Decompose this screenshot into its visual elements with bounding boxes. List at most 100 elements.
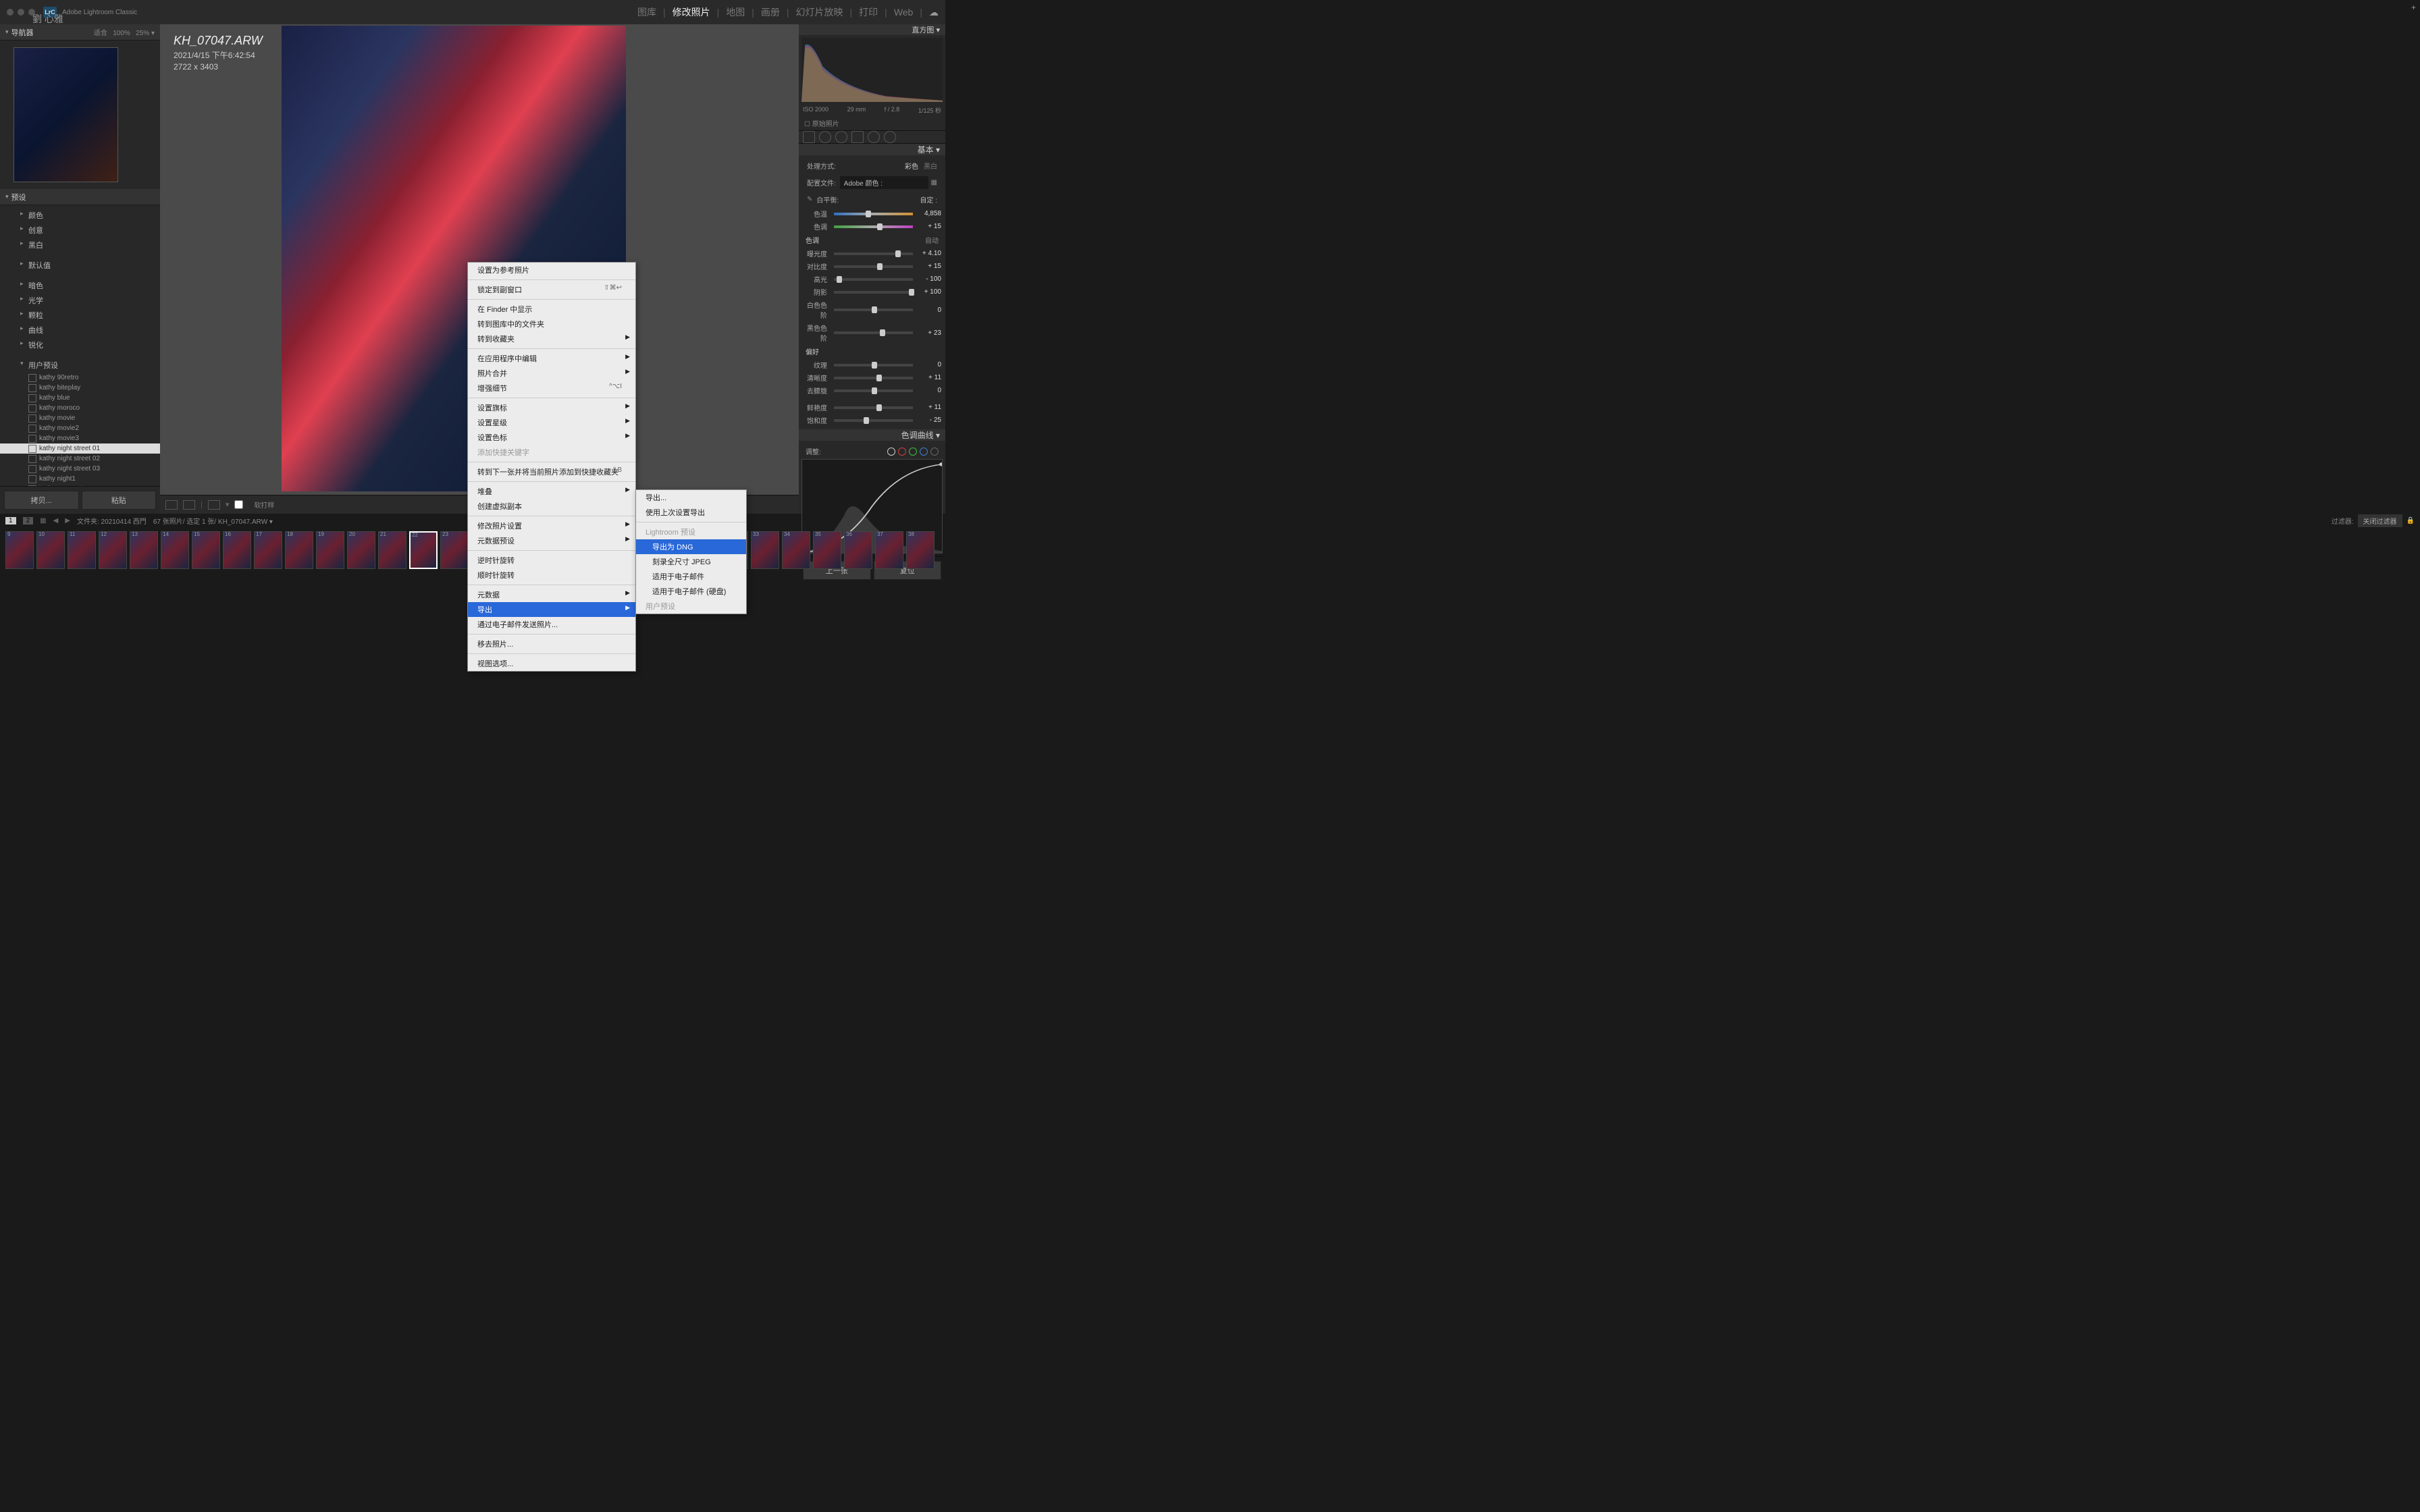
ctx-remove[interactable]: 移去照片... xyxy=(468,637,635,651)
nav-back-icon[interactable]: ◀ xyxy=(53,517,59,524)
preset-item[interactable]: kathy now and retro xyxy=(0,484,160,486)
profile-row[interactable]: 配置文件: Adobe 颜色 : ▦ xyxy=(803,173,941,192)
preset-item[interactable]: kathy night street 03 xyxy=(0,464,160,474)
preset-item[interactable]: kathy night street 01 xyxy=(0,443,160,454)
preset-group[interactable]: 创意 xyxy=(0,223,160,238)
before-after-icon[interactable] xyxy=(208,500,220,510)
preset-defaults[interactable]: 默认值 xyxy=(0,258,160,273)
filmstrip-thumb[interactable]: 36 xyxy=(844,531,872,569)
tonecurve-header[interactable]: 色调曲线 ▾ xyxy=(799,429,945,441)
mod-map[interactable]: 地图 xyxy=(720,5,750,19)
filmstrip-thumb[interactable]: 23 xyxy=(440,531,469,569)
ctx-metadata[interactable]: 元数据▶ xyxy=(468,587,635,602)
ctx-enhance[interactable]: 增强细节^⌥I xyxy=(468,381,635,396)
filmstrip-thumb[interactable]: 21 xyxy=(378,531,406,569)
ctx-view-options[interactable]: 视图选项... xyxy=(468,656,635,671)
filmstrip-thumb[interactable]: 22 xyxy=(409,531,438,569)
filmstrip-thumb[interactable]: 35 xyxy=(813,531,841,569)
mod-web[interactable]: Web xyxy=(889,7,919,18)
preset-group[interactable]: 锐化 xyxy=(0,338,160,352)
ctx-lock-secondary[interactable]: 锁定到副窗口⇧⌘↩ xyxy=(468,282,635,297)
filmstrip-thumb[interactable]: 20 xyxy=(347,531,375,569)
ctx-stack[interactable]: 堆叠▶ xyxy=(468,484,635,499)
filter-lock-icon[interactable]: 🔒 xyxy=(2406,517,2415,524)
sub-export-prev[interactable]: 使用上次设置导出 xyxy=(636,505,746,520)
ctx-set-rating[interactable]: 设置星级▶ xyxy=(468,415,635,430)
slider-vibrance[interactable]: 鲜艳度+ 11 xyxy=(803,401,941,414)
preset-item[interactable]: kathy 90retro xyxy=(0,373,160,383)
preset-group[interactable]: 暗色 xyxy=(0,278,160,293)
ctx-rotate-ccw[interactable]: 逆时针旋转 xyxy=(468,553,635,568)
ctx-show-finder[interactable]: 在 Finder 中显示 xyxy=(468,302,635,317)
slider-saturation[interactable]: 饱和度- 25 xyxy=(803,414,941,427)
filmstrip-thumb[interactable]: 38 xyxy=(906,531,935,569)
preset-item[interactable]: kathy movie xyxy=(0,413,160,423)
slider-clarity[interactable]: 清晰度+ 11 xyxy=(803,371,941,384)
slider-shadows[interactable]: 阴影+ 100 xyxy=(803,286,941,298)
crop-tool-icon[interactable] xyxy=(803,131,815,143)
paste-button[interactable]: 粘贴 xyxy=(82,491,157,510)
eyedropper-icon[interactable]: ✎ xyxy=(807,196,812,203)
close-dot[interactable] xyxy=(7,9,14,16)
ctx-edit-in[interactable]: 在应用程序中编辑▶ xyxy=(468,351,635,366)
ctx-goto-collection[interactable]: 转到收藏夹▶ xyxy=(468,331,635,346)
filmstrip-thumb[interactable]: 17 xyxy=(254,531,282,569)
slider-tint[interactable]: 色调+ 15 xyxy=(803,220,941,233)
sub-burn-jpeg[interactable]: 刻录全尺寸 JPEG xyxy=(636,554,746,569)
mod-print[interactable]: 打印 xyxy=(853,5,883,19)
sub-export-dng[interactable]: 导出为 DNG xyxy=(636,539,746,554)
slider-blacks[interactable]: 黑色色阶+ 23 xyxy=(803,321,941,344)
preset-item[interactable]: kathy biteplay xyxy=(0,383,160,393)
curve-blue-icon[interactable] xyxy=(920,448,928,456)
compare-view-icon[interactable] xyxy=(183,500,195,510)
slider-texture[interactable]: 纹理0 xyxy=(803,358,941,371)
filmstrip-thumb[interactable]: 37 xyxy=(875,531,903,569)
histogram[interactable] xyxy=(801,38,943,102)
ctx-goto-folder[interactable]: 转到图库中的文件夹 xyxy=(468,317,635,331)
ctx-set-label[interactable]: 设置色标▶ xyxy=(468,430,635,445)
preset-group[interactable]: 光学 xyxy=(0,293,160,308)
status-folder[interactable]: 文件夹: 20210414 西門 xyxy=(77,516,147,526)
treatment-bw[interactable]: 黑白 xyxy=(924,163,937,171)
slider-contrast[interactable]: 对比度+ 15 xyxy=(803,260,941,273)
navigator-header[interactable]: ▾ 导航器 适合 100% 25% ▾ xyxy=(0,24,160,40)
brush-tool-icon[interactable] xyxy=(884,131,896,143)
preset-group[interactable]: 颜色 xyxy=(0,208,160,223)
ctx-set-reference[interactable]: 设置为参考照片 xyxy=(468,263,635,277)
preset-group[interactable]: 曲线 xyxy=(0,323,160,338)
slider-whites[interactable]: 白色色阶0 xyxy=(803,298,941,321)
slider-highlights[interactable]: 高光- 100 xyxy=(803,273,941,286)
curve-red-icon[interactable] xyxy=(898,448,906,456)
spot-tool-icon[interactable] xyxy=(819,131,831,143)
filmstrip-thumb[interactable]: 11 xyxy=(68,531,96,569)
loupe-view-icon[interactable] xyxy=(165,500,178,510)
preset-item[interactable]: kathy movie2 xyxy=(0,423,160,433)
preset-user-group[interactable]: 用户预设 xyxy=(0,358,160,373)
page-2[interactable]: 2 xyxy=(23,517,34,524)
preset-item[interactable]: kathy blue xyxy=(0,393,160,403)
radial-tool-icon[interactable] xyxy=(868,131,880,143)
filmstrip-thumb[interactable]: 19 xyxy=(316,531,344,569)
curve-param-icon[interactable] xyxy=(930,448,939,456)
filmstrip-thumb[interactable]: 15 xyxy=(192,531,220,569)
mod-library[interactable]: 图库 xyxy=(632,5,662,19)
filmstrip-thumb[interactable]: 10 xyxy=(36,531,65,569)
original-photo-toggle[interactable]: 原始照片 xyxy=(799,116,945,130)
ctx-virtual-copy[interactable]: 创建虚拟副本 xyxy=(468,499,635,514)
ctx-rotate-cw[interactable]: 顺时针旋转 xyxy=(468,568,635,583)
preset-item[interactable]: kathy night street 02 xyxy=(0,454,160,464)
preset-item[interactable]: kathy moroco xyxy=(0,403,160,413)
filmstrip-thumb[interactable]: 33 xyxy=(751,531,779,569)
preset-group[interactable]: 颗粒 xyxy=(0,308,160,323)
gradient-tool-icon[interactable] xyxy=(851,131,864,143)
ctx-email[interactable]: 通过电子邮件发送照片... xyxy=(468,617,635,632)
cloud-icon[interactable]: ☁ xyxy=(929,7,939,18)
nav-fwd-icon[interactable]: ▶ xyxy=(65,517,70,524)
ctx-next-quick[interactable]: 转到下一张并将当前照片添加到快捷收藏夹⇧B xyxy=(468,464,635,479)
filmstrip-thumb[interactable]: 16 xyxy=(223,531,251,569)
presets-header[interactable]: ▾ 预设 + xyxy=(0,189,160,205)
ctx-dev-settings[interactable]: 修改照片设置▶ xyxy=(468,518,635,533)
filmstrip-thumb[interactable]: 14 xyxy=(161,531,189,569)
filmstrip-thumb[interactable]: 13 xyxy=(130,531,158,569)
ctx-meta-preset[interactable]: 元数据预设▶ xyxy=(468,533,635,548)
